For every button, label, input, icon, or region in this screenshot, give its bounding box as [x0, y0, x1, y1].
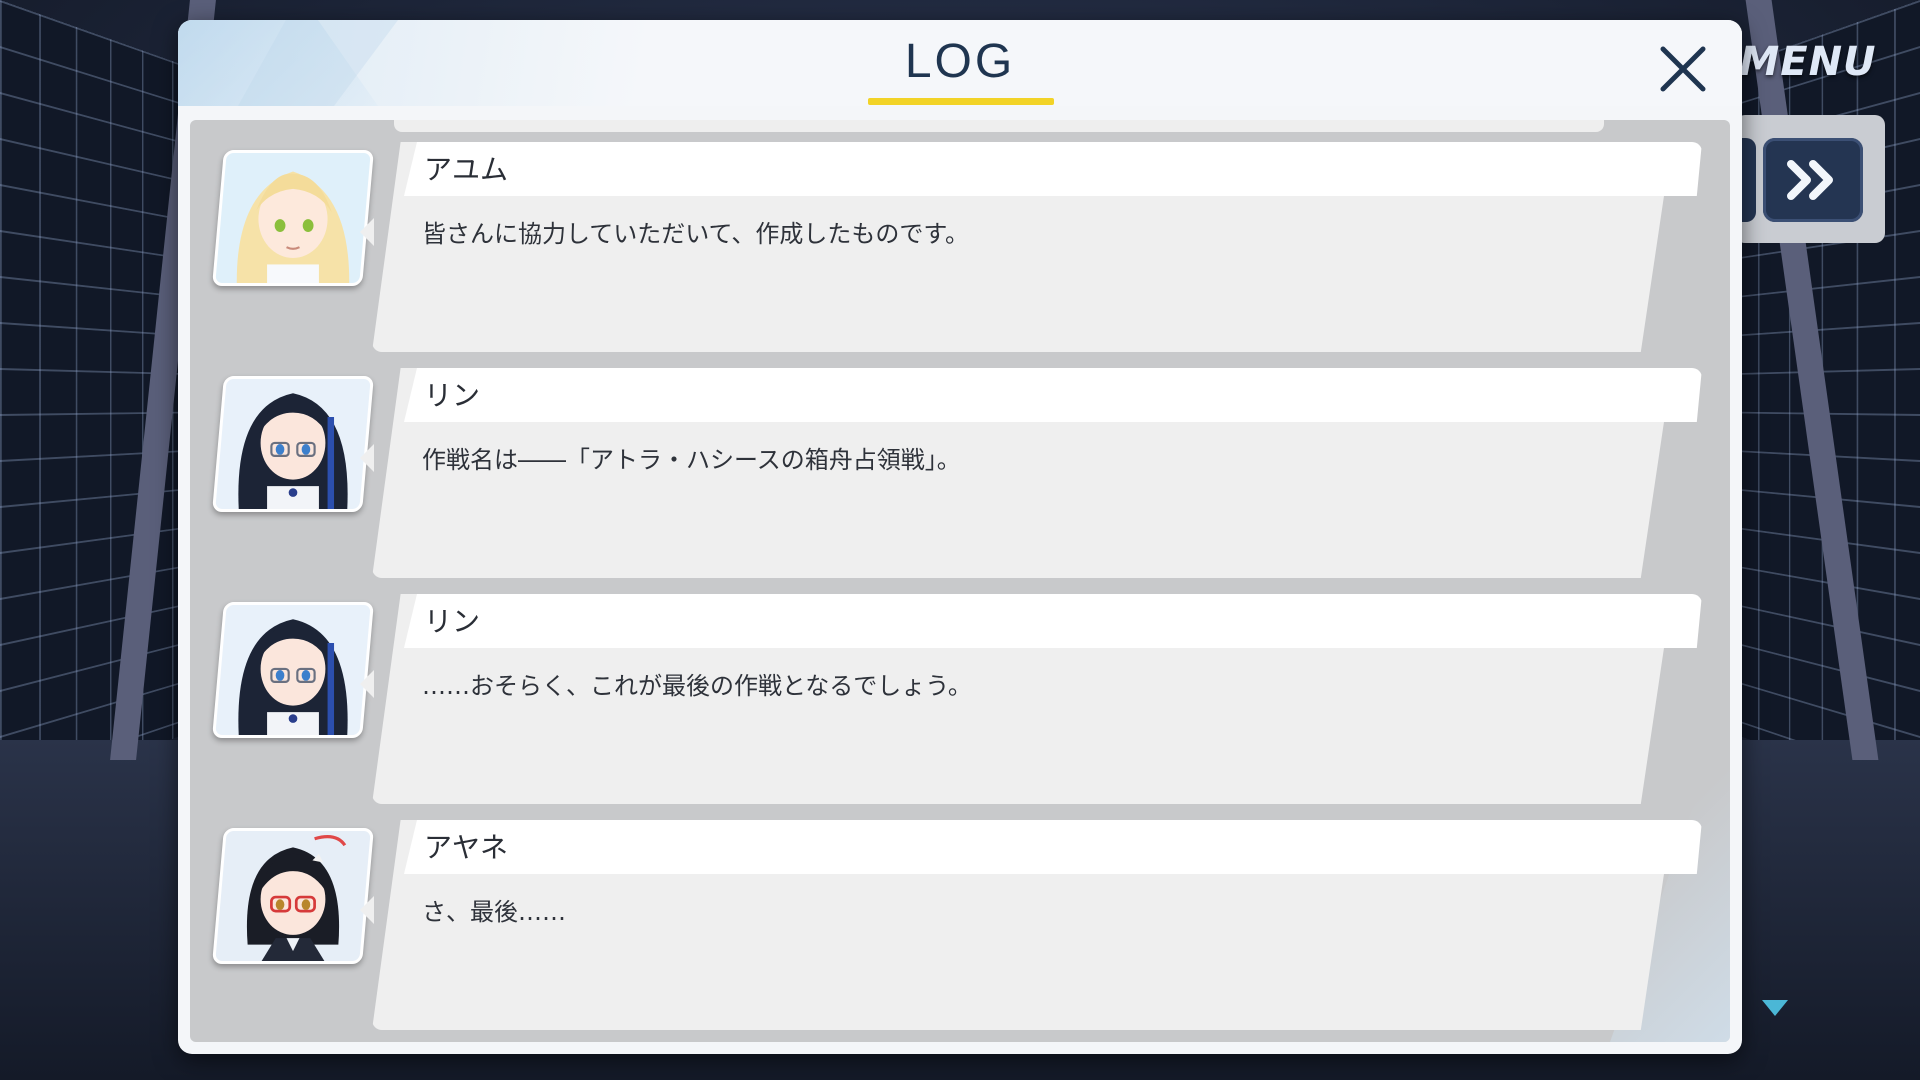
dialogue-text: 皆さんに協力していただいて、作成したものです。: [422, 214, 969, 249]
bubble-tail: [360, 444, 374, 472]
bubble-tail: [360, 218, 374, 246]
log-entry: アヤネ さ、最後……: [190, 820, 1730, 1034]
close-icon: [1657, 43, 1709, 95]
rin-portrait: [212, 376, 374, 512]
fast-forward-icon: [1785, 158, 1841, 202]
dialogue-text: ……おそらく、これが最後の作戦となるでしょう。: [422, 666, 972, 701]
dialogue-text: 作戦名は――「アトラ・ハシースの箱舟占領戦」。: [422, 440, 961, 475]
scroll-down-icon[interactable]: [1762, 1000, 1788, 1016]
auto-button[interactable]: [1740, 138, 1756, 222]
log-entry-bubble: アヤネ さ、最後……: [372, 820, 1702, 1030]
log-title: LOG: [178, 34, 1742, 89]
speaker-name: アユム: [424, 148, 508, 188]
log-entry-bubble: リン ……おそらく、これが最後の作戦となるでしょう。: [372, 594, 1702, 804]
ayane-portrait: [212, 828, 374, 964]
speaker-bar: [404, 820, 1702, 874]
speaker-bar: [404, 594, 1702, 648]
log-list[interactable]: アユム 皆さんに協力していただいて、作成したものです。 リン 作戦名は――「アト…: [190, 120, 1730, 1042]
speaker-bar: [404, 368, 1702, 422]
ayumu-portrait: [212, 150, 374, 286]
log-header: LOG: [178, 20, 1742, 106]
log-title-underline: [868, 98, 1054, 105]
log-entry-bubble: リン 作戦名は――「アトラ・ハシースの箱舟占領戦」。: [372, 368, 1702, 578]
log-window: LOG アユム 皆さんに協力していただいて、作成したものです。 リン 作戦名は―…: [178, 20, 1742, 1054]
menu-button[interactable]: MENU: [1748, 30, 1868, 94]
speaker-name: アヤネ: [424, 826, 508, 866]
bubble-tail: [360, 670, 374, 698]
speaker-name: リン: [424, 374, 480, 414]
bubble-tail: [360, 896, 374, 924]
previous-entry-edge: [394, 120, 1604, 132]
speaker-name: リン: [424, 600, 480, 640]
dialogue-text: さ、最後……: [422, 892, 566, 927]
log-entry-bubble: アユム 皆さんに協力していただいて、作成したものです。: [372, 142, 1702, 352]
speaker-bar: [404, 142, 1702, 196]
log-entry: アユム 皆さんに協力していただいて、作成したものです。: [190, 142, 1730, 356]
close-button[interactable]: [1648, 34, 1718, 104]
fast-forward-button[interactable]: [1763, 138, 1863, 222]
log-entry: リン ……おそらく、これが最後の作戦となるでしょう。: [190, 594, 1730, 808]
rin-portrait: [212, 602, 374, 738]
log-entry: リン 作戦名は――「アトラ・ハシースの箱舟占領戦」。: [190, 368, 1730, 582]
